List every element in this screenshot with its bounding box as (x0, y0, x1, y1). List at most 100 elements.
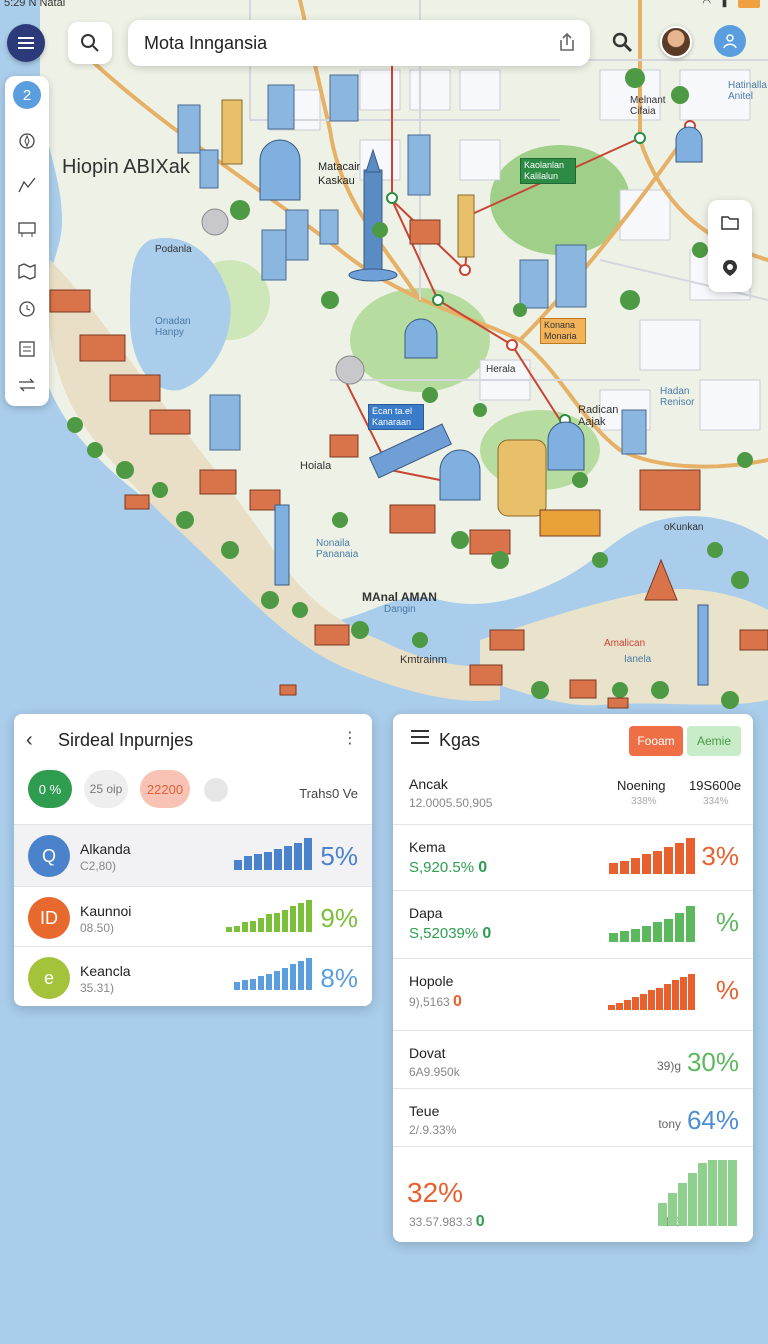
map-place-label: MAnal AMAN (362, 590, 437, 604)
row-name: Alkanda (80, 841, 131, 857)
bar-sparkline (234, 838, 312, 870)
sparkline-bar (274, 849, 282, 870)
sparkline-bar (609, 863, 618, 874)
user-icon (723, 34, 737, 49)
back-button[interactable]: ‹ (26, 729, 33, 752)
menu-button[interactable] (7, 24, 45, 62)
map-green-tag[interactable]: Kaolanlan Kalilalun (520, 158, 576, 184)
sparkline-bar (250, 921, 256, 932)
sparkline-bar (616, 1003, 623, 1010)
filter-chip[interactable]: 25 oip (84, 770, 128, 808)
terrain-button[interactable] (5, 256, 49, 286)
fish-button[interactable] (5, 370, 49, 400)
list-item[interactable]: Q Alkanda C2,80) 5% (14, 824, 372, 886)
map-district-label: Melnant Cifaia (630, 95, 666, 117)
map-place-label: oKunkan (664, 522, 704, 533)
sparkline-bar (664, 847, 673, 874)
timer-button[interactable] (5, 294, 49, 324)
sparkline-bar (284, 846, 292, 870)
compass-button[interactable] (5, 126, 49, 156)
map-place-label: Radican Aajak (578, 404, 619, 428)
sparkline-bar (658, 1203, 667, 1226)
share-icon (560, 32, 574, 51)
sparkline-bar (631, 858, 640, 874)
orange-action-button[interactable]: Fooam (629, 726, 683, 756)
stat-value-text: 6A9.950k (409, 1065, 460, 1079)
map-fold-icon (18, 263, 36, 280)
layer-count-button[interactable]: 2 (5, 80, 49, 110)
filter-dot[interactable] (204, 778, 228, 802)
map-view[interactable]: Hiopin ABIXak Matacair Kaskau Melnant Ci… (0, 0, 768, 720)
sparkline-bar (648, 990, 655, 1010)
stat-percent: % (715, 975, 739, 1005)
layers-button[interactable] (708, 202, 752, 242)
sparkline-bar (609, 933, 618, 942)
list-item[interactable]: ID Kaunnoi 08.50) 9% (14, 886, 372, 948)
avatar[interactable] (660, 26, 692, 58)
route-icon (18, 177, 36, 193)
stat-row[interactable]: Dapa S,52039% 0% (393, 890, 753, 958)
sparkline-bar (728, 1160, 737, 1226)
hamburger-icon (18, 42, 34, 44)
stat-value: 2/.9.33% (409, 1123, 456, 1137)
footer-value: 33.57.983.3 0 (409, 1213, 485, 1231)
stat-row[interactable]: Dovat 6A9.950k 39)g 30% (393, 1030, 753, 1088)
panel-header: Kgas Fooam Aemie (393, 714, 753, 766)
filter-chip[interactable]: 0 % (28, 770, 72, 808)
stat-row[interactable]: Kema S,920.5% 0 3% (393, 824, 753, 890)
stat-row[interactable]: Teue 2/.9.33% tony 64% (393, 1088, 753, 1146)
sparkline-bar (642, 854, 651, 874)
panel-title: Kgas (439, 730, 481, 750)
list-item[interactable]: e Keancla 35.31) 8% (14, 946, 372, 1006)
tools-button[interactable] (606, 26, 638, 58)
stat-name: Dovat (409, 1045, 446, 1061)
stat-row[interactable]: Hopole 9),5163 0% (393, 958, 753, 1030)
row-name: Keancla (80, 963, 131, 979)
sparkline-bar (242, 980, 248, 990)
stat-percent: 64% (686, 1105, 739, 1135)
bar-sparkline (226, 900, 312, 932)
sparkline-bar (290, 906, 296, 932)
map-region-label: Hiopin ABIXak (62, 156, 190, 178)
summary-value: 12.0005.50,905 (409, 796, 493, 810)
row-percent: 5% (320, 841, 358, 871)
pin-icon (723, 260, 737, 276)
transit-button[interactable] (5, 214, 49, 244)
sparkline-bar (266, 914, 272, 932)
summary-value: 338% (631, 796, 657, 807)
list-button[interactable] (5, 334, 49, 364)
search-button[interactable] (68, 22, 112, 64)
status-bar: 5:29 N Natal ◠ ▮ (0, 0, 768, 12)
route-button[interactable] (5, 170, 49, 200)
stat-value: 6A9.950k (409, 1065, 460, 1079)
filter-chip[interactable]: 22200 (140, 770, 190, 808)
row-badge: Q (28, 835, 70, 877)
sparkline-bar (242, 922, 248, 932)
map-place-label: Hoiala (300, 460, 332, 472)
more-options-button[interactable]: ⋮ (342, 728, 358, 748)
locate-button[interactable] (708, 248, 752, 288)
map-place-label: Nonaila Pananaia (316, 538, 359, 560)
green-action-button[interactable]: Aemie (687, 726, 741, 756)
sparkline-bar (640, 994, 647, 1010)
bar-sparkline (658, 1160, 737, 1226)
map-orange-tag[interactable]: Konana Monaria (540, 318, 586, 344)
profile-button[interactable] (714, 25, 746, 57)
sparkline-bar (234, 860, 242, 870)
share-button[interactable] (558, 32, 576, 57)
row-sub: 35.31) (80, 981, 115, 995)
list-icon (19, 341, 35, 357)
row-badge: e (28, 957, 70, 999)
stat-percent: 3% (701, 841, 739, 871)
map-place-label: Herala (486, 364, 516, 375)
menu-icon[interactable] (411, 736, 429, 738)
bar-sparkline (609, 906, 695, 942)
stat-value-text: 2/.9.33% (409, 1123, 457, 1137)
map-place-label: Hadan Renisor (660, 386, 695, 408)
search-input[interactable]: Mota Inngansia (128, 20, 590, 66)
wrench-icon (612, 32, 633, 53)
bus-icon (18, 222, 36, 237)
map-blue-tag[interactable]: Ecan ta.el Kanaraan (368, 404, 424, 430)
stat-name: Kema (409, 839, 446, 855)
stat-value-text: S,52039% (409, 925, 483, 942)
